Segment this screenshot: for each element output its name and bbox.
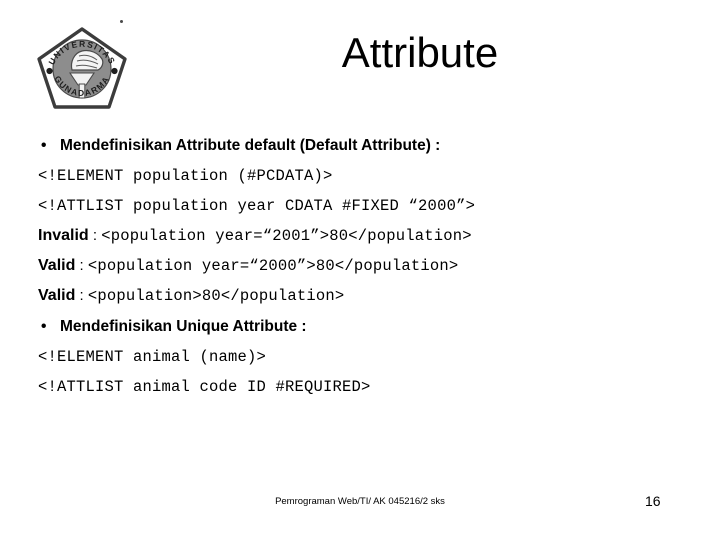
bullet-item-1: • Mendefinisikan Attribute default (Defa…	[38, 130, 678, 161]
footer-course-note: Pemrograman Web/TI/ AK 045216/2 sks	[275, 496, 445, 507]
code-line-attlist-population: <!ATTLIST population year CDATA #FIXED “…	[38, 197, 476, 215]
code-line-attlist-animal: <!ATTLIST animal code ID #REQUIRED>	[38, 378, 371, 396]
code-line-element-animal: <!ELEMENT animal (name)>	[38, 348, 267, 366]
bullet-marker: •	[41, 137, 47, 154]
invalid-code: <population year=“2001”>80</population>	[101, 227, 472, 245]
bullet-text: Mendefinisikan Attribute default (Defaul…	[60, 137, 441, 154]
valid-label-2: Valid	[38, 287, 76, 304]
valid-code-2: <population>80</population>	[87, 287, 345, 305]
valid-separator-1: :	[75, 257, 88, 274]
bullet-marker: •	[41, 318, 47, 335]
slide-title: Attribute	[341, 29, 499, 76]
slide-page-number: 16	[645, 493, 661, 509]
gunadarma-seal-icon: UNIVERSITAS GUNADARMA	[37, 27, 127, 109]
example-invalid: Invalid : <population year=“2001”>80</po…	[38, 221, 678, 251]
invalid-label: Invalid	[38, 227, 89, 244]
invalid-separator: :	[88, 227, 102, 244]
bullet-text: Mendefinisikan Unique Attribute :	[60, 318, 307, 335]
university-logo: UNIVERSITAS GUNADARMA	[32, 12, 140, 112]
slide-canvas: UNIVERSITAS GUNADARMA Attribute • Mendef…	[0, 0, 720, 540]
example-valid-1: Valid : <population year=“2000”>80</popu…	[38, 251, 678, 281]
example-valid-2: Valid : <population>80</population>	[38, 281, 678, 311]
valid-label-1: Valid	[38, 257, 76, 274]
bullet-item-2: • Mendefinisikan Unique Attribute :	[38, 311, 678, 342]
slide-body: • Mendefinisikan Attribute default (Defa…	[38, 130, 678, 402]
code-line-element-population: <!ELEMENT population (#PCDATA)>	[38, 167, 333, 185]
logo-artifact-dot	[120, 20, 123, 23]
valid-code-1: <population year=“2000”>80</population>	[87, 257, 459, 275]
valid-separator-2: :	[75, 287, 88, 304]
